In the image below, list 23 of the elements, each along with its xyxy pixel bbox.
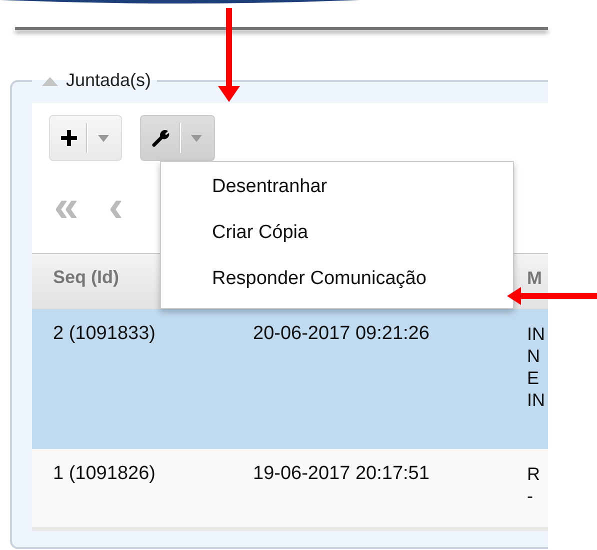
table-cell-text: R [527, 463, 541, 485]
panel-legend: Juntada(s) [66, 70, 152, 91]
table-cell-text: - [527, 485, 534, 507]
tools-split-button[interactable] [140, 115, 215, 161]
column-header[interactable]: M [527, 268, 542, 286]
table-cell-text: E [527, 367, 540, 389]
table-row[interactable]: 2 (1091833) 20-06-2017 09:21:26 IN N E IN [32, 309, 548, 449]
table-cell-text: IN [527, 323, 546, 345]
plus-icon [61, 130, 77, 146]
table-row[interactable]: 1 (1091826) 19-06-2017 20:17:51 R - [32, 449, 548, 527]
menu-item[interactable]: Responder Comunicação [161, 262, 513, 308]
table-cell-text: 20-06-2017 09:21:26 [252, 323, 430, 346]
table-cell-text: 19-06-2017 20:17:51 [252, 463, 430, 486]
table-cell-text: N [527, 345, 541, 367]
menu-item[interactable]: Criar Cópia [161, 216, 513, 262]
table-cell-text: IN [527, 389, 546, 411]
table-cell-text: 2 (1091833) [52, 323, 156, 346]
table-cell-text: 1 (1091826) [52, 463, 156, 486]
caret-icon [191, 134, 202, 142]
wrench-icon [152, 129, 170, 147]
add-split-button[interactable] [49, 115, 122, 161]
menu-item[interactable]: Desentranhar [161, 170, 513, 216]
caret-icon [98, 134, 109, 142]
